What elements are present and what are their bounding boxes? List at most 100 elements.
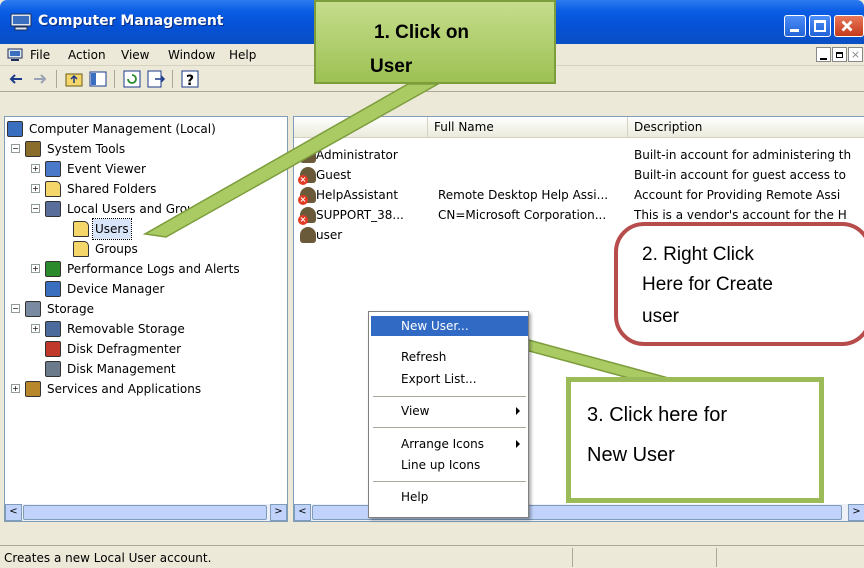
export-list-icon[interactable] <box>146 69 166 89</box>
expand-icon[interactable]: + <box>31 324 40 333</box>
tree-item-label: Storage <box>47 302 94 316</box>
computer-management-icon <box>10 13 32 31</box>
tree-item-label: Removable Storage <box>67 322 185 336</box>
table-row[interactable]: Administrator Built-in account for admini… <box>294 145 864 165</box>
table-row[interactable]: × Guest Built-in account for guest access … <box>294 165 864 185</box>
callout3-line2: New User <box>587 444 675 466</box>
tree-item-event-viewer[interactable]: + Event Viewer <box>5 159 285 179</box>
back-arrow-icon[interactable] <box>6 69 26 89</box>
window-title: Computer Management <box>38 13 224 29</box>
storage-icon <box>25 301 41 317</box>
submenu-arrow-icon <box>516 407 520 415</box>
child-restore-button[interactable] <box>832 47 847 62</box>
tree-item-label: Event Viewer <box>67 162 146 176</box>
up-folder-icon[interactable] <box>64 69 84 89</box>
tree-item-storage[interactable]: − Storage <box>5 299 285 319</box>
minimize-button[interactable] <box>784 15 806 37</box>
ctx-help[interactable]: Help <box>371 487 528 507</box>
expand-icon[interactable]: + <box>31 164 40 173</box>
child-window-controls: × <box>816 47 864 63</box>
close-icon <box>841 20 853 32</box>
folder-icon <box>73 241 89 257</box>
callout1-line1: 1. Click on <box>374 22 470 43</box>
callout1-line2: User <box>370 56 413 77</box>
callout-click-on-user: 1. Click on User <box>314 0 556 84</box>
tree-item-disk-defragmenter[interactable]: Disk Defragmenter <box>5 339 285 359</box>
tree-item-label: Disk Defragmenter <box>67 342 182 356</box>
collapse-icon[interactable]: − <box>31 204 40 213</box>
tree-item-label: Computer Management (Local) <box>29 122 216 136</box>
menu-help[interactable]: Help <box>229 48 256 62</box>
tree-item-device-manager[interactable]: Device Manager <box>5 279 285 299</box>
tree-item-groups[interactable]: Groups <box>5 239 285 259</box>
column-header-name[interactable] <box>294 117 428 138</box>
ctx-arrange-icons[interactable]: Arrange Icons <box>371 434 528 454</box>
callout-right-click-here: 2. Right Click Here for Create user <box>614 222 864 346</box>
tools-icon <box>25 141 41 157</box>
cell-name: user <box>316 228 343 242</box>
ctx-line-up-icons[interactable]: Line up Icons <box>371 455 528 475</box>
tree-item-users[interactable]: Users <box>5 218 285 240</box>
cell-name: Administrator <box>316 148 398 162</box>
context-menu: New User... Refresh Export List... View … <box>368 311 529 518</box>
tree-item-local-users-and-groups[interactable]: − Local Users and Groups <box>5 199 285 219</box>
column-header-description[interactable]: Description <box>628 117 864 138</box>
tree-item-shared-folders[interactable]: + Shared Folders <box>5 179 285 199</box>
performance-icon <box>45 261 61 277</box>
show-hide-tree-icon[interactable] <box>88 69 108 89</box>
tree-pane: Computer Management (Local) − System Tools… <box>4 116 288 522</box>
tree-item-system-tools[interactable]: − System Tools <box>5 139 285 159</box>
document-icon <box>7 48 23 61</box>
tree-item-label: Disk Management <box>67 362 176 376</box>
tree-item-removable-storage[interactable]: + Removable Storage <box>5 319 285 339</box>
help-icon[interactable]: ? <box>180 69 200 89</box>
child-minimize-button[interactable] <box>816 47 831 62</box>
tree-item-label: Performance Logs and Alerts <box>67 262 240 276</box>
event-viewer-icon <box>45 161 61 177</box>
tree-item-label: Services and Applications <box>47 382 202 396</box>
table-row[interactable]: × HelpAssistant Remote Desktop Help Assi..… <box>294 185 864 205</box>
ctx-refresh[interactable]: Refresh <box>371 347 528 367</box>
ctx-view[interactable]: View <box>371 401 528 421</box>
disabled-user-icon: × <box>298 207 316 225</box>
expand-icon[interactable]: + <box>11 384 20 393</box>
tree-hscrollbar[interactable]: < > <box>5 504 287 521</box>
refresh-icon[interactable] <box>122 69 142 89</box>
status-text: Creates a new Local User account. <box>4 551 212 565</box>
expand-icon[interactable]: + <box>31 264 40 273</box>
menu-view[interactable]: View <box>121 48 149 62</box>
tree-item-label: Groups <box>95 242 138 256</box>
collapse-icon[interactable]: − <box>11 304 20 313</box>
forward-arrow-icon[interactable] <box>30 69 50 89</box>
ctx-export-list[interactable]: Export List... <box>371 369 528 389</box>
tree-item-label: Local Users and Groups <box>67 202 209 216</box>
callout-click-new-user: 3. Click here for New User <box>566 377 824 503</box>
cell-name: HelpAssistant <box>316 188 399 202</box>
cell-description: Account for Providing Remote Assi <box>634 188 841 202</box>
disabled-user-icon: × <box>298 187 316 205</box>
close-button[interactable] <box>834 15 864 37</box>
tree-item-disk-management[interactable]: Disk Management <box>5 359 285 379</box>
disabled-user-icon: × <box>298 167 316 185</box>
menu-window[interactable]: Window <box>168 48 215 62</box>
folder-icon <box>45 181 61 197</box>
tree-item-label: Device Manager <box>67 282 165 296</box>
ctx-new-user[interactable]: New User... <box>371 316 528 336</box>
tree-item-performance-logs-and-alerts[interactable]: + Performance Logs and Alerts <box>5 259 285 279</box>
column-header-full-name[interactable]: Full Name <box>428 117 628 138</box>
cell-name: Guest <box>316 168 352 182</box>
child-close-button[interactable]: × <box>848 47 863 62</box>
cell-full-name: CN=Microsoft Corporation... <box>438 208 607 222</box>
device-manager-icon <box>45 281 61 297</box>
cell-description: Built-in account for guest access to <box>634 168 846 182</box>
tree-item-computer-management-local-[interactable]: Computer Management (Local) <box>5 119 285 139</box>
cell-name: SUPPORT_38... <box>316 208 404 222</box>
tree-item-services-and-applications[interactable]: + Services and Applications <box>5 379 285 399</box>
computer-icon <box>7 121 23 137</box>
menu-file[interactable]: File <box>30 48 50 62</box>
disk-management-icon <box>45 361 61 377</box>
maximize-button[interactable] <box>809 15 831 37</box>
collapse-icon[interactable]: − <box>11 144 20 153</box>
menu-action[interactable]: Action <box>68 48 106 62</box>
expand-icon[interactable]: + <box>31 184 40 193</box>
